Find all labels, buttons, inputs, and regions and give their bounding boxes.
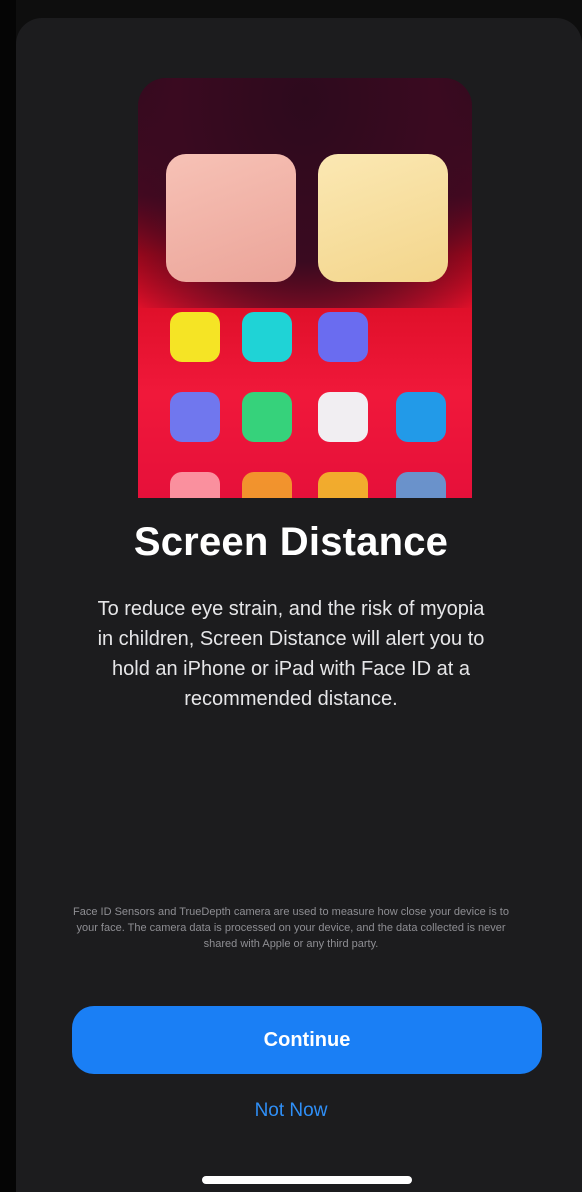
description-text: To reduce eye strain, and the risk of my…: [97, 598, 485, 710]
background-edge: [0, 0, 16, 1192]
app-icon: [318, 392, 368, 442]
screen: Screen Distance To reduce eye strain, an…: [0, 0, 582, 1192]
app-icon: [242, 472, 292, 498]
app-icon: [242, 312, 292, 362]
iphone-home-screen-illustration: [138, 78, 472, 498]
privacy-fine-print: Face ID Sensors and TrueDepth camera are…: [73, 906, 509, 950]
not-now-link[interactable]: Not Now: [0, 1100, 582, 1122]
app-icon: [242, 392, 292, 442]
app-icon: [396, 472, 446, 498]
app-icon: [170, 392, 220, 442]
continue-button[interactable]: Continue: [72, 1006, 542, 1074]
app-icon: [318, 472, 368, 498]
app-icon: [170, 472, 220, 498]
app-icon: [396, 392, 446, 442]
pink-widget: [166, 154, 296, 282]
home-indicator[interactable]: [202, 1176, 412, 1184]
page-title: Screen Distance: [133, 520, 449, 564]
app-icon: [170, 312, 220, 362]
yellow-widget: [318, 154, 448, 282]
app-icon: [318, 312, 368, 362]
